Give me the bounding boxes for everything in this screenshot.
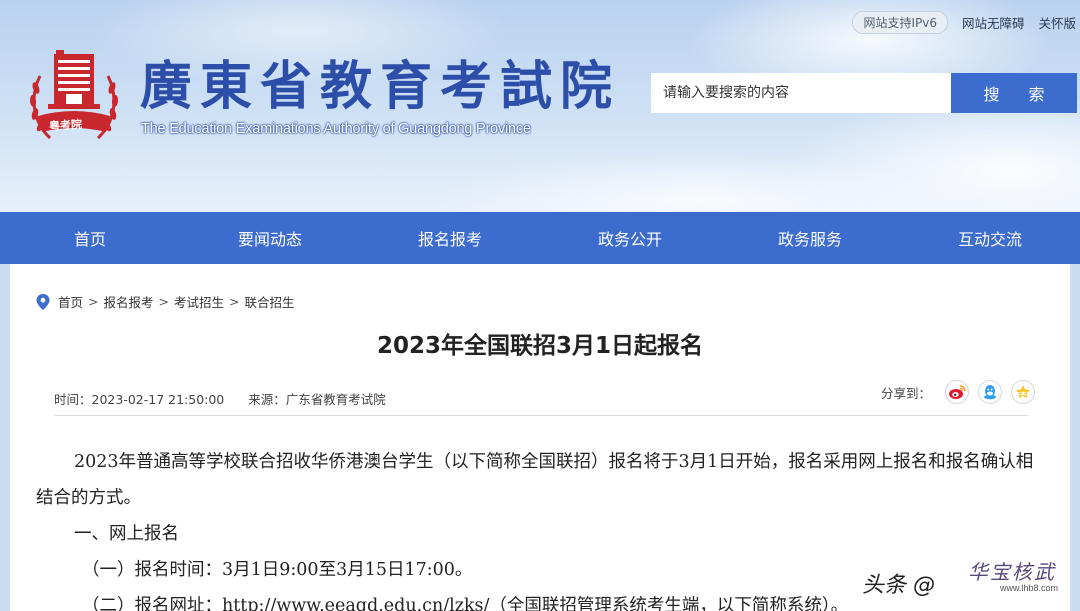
watermark-stamp-url: www.lhb8.com bbox=[1000, 583, 1059, 593]
article-title: 2023年全国联招3月1日起报名 bbox=[376, 333, 704, 359]
article-source: 来源：广东省教育考试院 bbox=[248, 392, 386, 407]
article-meta: 时间：2023-02-17 21:50:00 来源：广东省教育考试院 bbox=[54, 389, 386, 408]
breadcrumb-home[interactable]: 首页 bbox=[58, 292, 83, 311]
intro-paragraph: 2023年普通高等学校联合招收华侨港澳台学生（以下简称全国联招）报名将于3月1日… bbox=[36, 452, 1034, 508]
seal-logo[interactable] bbox=[26, 46, 122, 150]
site-subtitle: The Education Examinations Authority of … bbox=[141, 121, 531, 137]
top-links: 网站支持IPv6 网站无障碍 关怀版 bbox=[852, 11, 1076, 34]
elderly-mode-link[interactable]: 关怀版 bbox=[1038, 13, 1076, 32]
watermark-stamp-text: 华宝核武 bbox=[968, 560, 1056, 584]
nav-item-interaction[interactable]: 互动交流 bbox=[900, 212, 1080, 264]
nav-item-registration[interactable]: 报名报考 bbox=[360, 212, 540, 264]
nav-item-home[interactable]: 首页 bbox=[0, 212, 180, 264]
ipv6-badge: 网站支持IPv6 bbox=[852, 11, 948, 34]
seal-text: 粤考院 bbox=[48, 117, 83, 134]
site-header: 粤考院 廣東省教育考試院 The Education Examinations … bbox=[0, 0, 1080, 212]
accessibility-link[interactable]: 网站无障碍 bbox=[962, 13, 1025, 32]
search-button[interactable]: 搜 索 bbox=[951, 73, 1077, 113]
breadcrumb-separator: > bbox=[158, 294, 169, 309]
meta-divider bbox=[54, 415, 1028, 416]
breadcrumb: 首页 > 报名报考 > 考试招生 > 联合招生 bbox=[36, 292, 295, 311]
qq-icon[interactable] bbox=[978, 380, 1003, 404]
nav-item-public-affairs[interactable]: 政务公开 bbox=[540, 212, 720, 264]
main-nav: 首页 要闻动态 报名报考 政务公开 政务服务 互动交流 bbox=[0, 212, 1080, 264]
share-label: 分享到： bbox=[881, 385, 932, 401]
breadcrumb-exam-admission[interactable]: 考试招生 bbox=[174, 292, 224, 311]
breadcrumb-separator: > bbox=[229, 294, 240, 309]
breadcrumb-registration[interactable]: 报名报考 bbox=[104, 292, 154, 311]
nav-item-news[interactable]: 要闻动态 bbox=[180, 212, 360, 264]
search-input[interactable] bbox=[651, 73, 951, 113]
weibo-icon[interactable] bbox=[945, 380, 970, 404]
share-bar: 分享到： bbox=[881, 380, 1036, 404]
publish-time: 时间：2023-02-17 21:50:00 bbox=[54, 392, 225, 407]
toutiao-watermark: 头条 @ bbox=[862, 573, 935, 598]
section-heading-online-registration: 一、网上报名 bbox=[74, 524, 179, 544]
qzone-icon[interactable] bbox=[1011, 380, 1036, 404]
article-card: 首页 > 报名报考 > 考试招生 > 联合招生 2023年全国联招3月1日起报名… bbox=[10, 264, 1070, 611]
breadcrumb-joint-admission[interactable]: 联合招生 bbox=[245, 292, 295, 311]
site-title[interactable]: 廣東省教育考試院 bbox=[140, 52, 620, 122]
breadcrumb-separator: > bbox=[88, 294, 99, 309]
location-pin-icon bbox=[36, 293, 50, 310]
nav-item-services[interactable]: 政务服务 bbox=[720, 212, 900, 264]
